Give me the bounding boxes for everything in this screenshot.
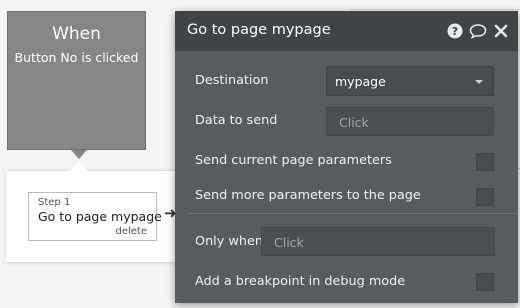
close-icon[interactable]: [492, 22, 510, 40]
destination-label: Destination: [195, 73, 269, 88]
svg-text:?: ?: [452, 25, 458, 38]
only-when-field[interactable]: Click: [261, 227, 495, 256]
only-when-label: Only when: [195, 234, 263, 249]
chevron-down-icon: [475, 80, 483, 84]
send-current-params-checkbox[interactable]: [476, 153, 494, 171]
data-to-send-field[interactable]: Click: [326, 107, 494, 136]
breakpoint-label: Add a breakpoint in debug mode: [195, 274, 406, 289]
breakpoint-checkbox[interactable]: [476, 273, 494, 291]
help-icon[interactable]: ?: [446, 22, 464, 40]
action-properties-panel: Go to page mypage ? Destination mypage D…: [175, 11, 518, 303]
steps-area-notch: [70, 162, 88, 171]
step-number: Step 1: [38, 197, 71, 208]
comment-icon[interactable]: [469, 22, 487, 40]
panel-header-icons: ?: [446, 22, 510, 40]
panel-divider: [187, 213, 518, 214]
workflow-step-card[interactable]: Step 1 Go to page mypage delete: [28, 192, 162, 241]
event-card[interactable]: When Button No is clicked: [7, 11, 146, 150]
only-when-placeholder: Click: [274, 235, 304, 250]
canvas-divider-top: [350, 9, 520, 10]
event-title: When: [52, 24, 101, 44]
data-to-send-label: Data to send: [195, 113, 278, 128]
step-title: Go to page mypage: [38, 209, 162, 224]
panel-title: Go to page mypage: [187, 22, 331, 38]
event-subtitle: Button No is clicked: [14, 50, 139, 65]
send-more-params-label: Send more parameters to the page: [195, 188, 421, 203]
send-more-params-checkbox[interactable]: [476, 188, 494, 206]
event-pointer: [71, 150, 87, 159]
destination-value: mypage: [335, 74, 386, 89]
step-delete-link[interactable]: delete: [115, 226, 147, 237]
panel-header: Go to page mypage ?: [175, 11, 518, 51]
destination-dropdown[interactable]: mypage: [326, 66, 494, 96]
send-current-params-label: Send current page parameters: [195, 153, 392, 168]
data-to-send-placeholder: Click: [339, 115, 369, 130]
